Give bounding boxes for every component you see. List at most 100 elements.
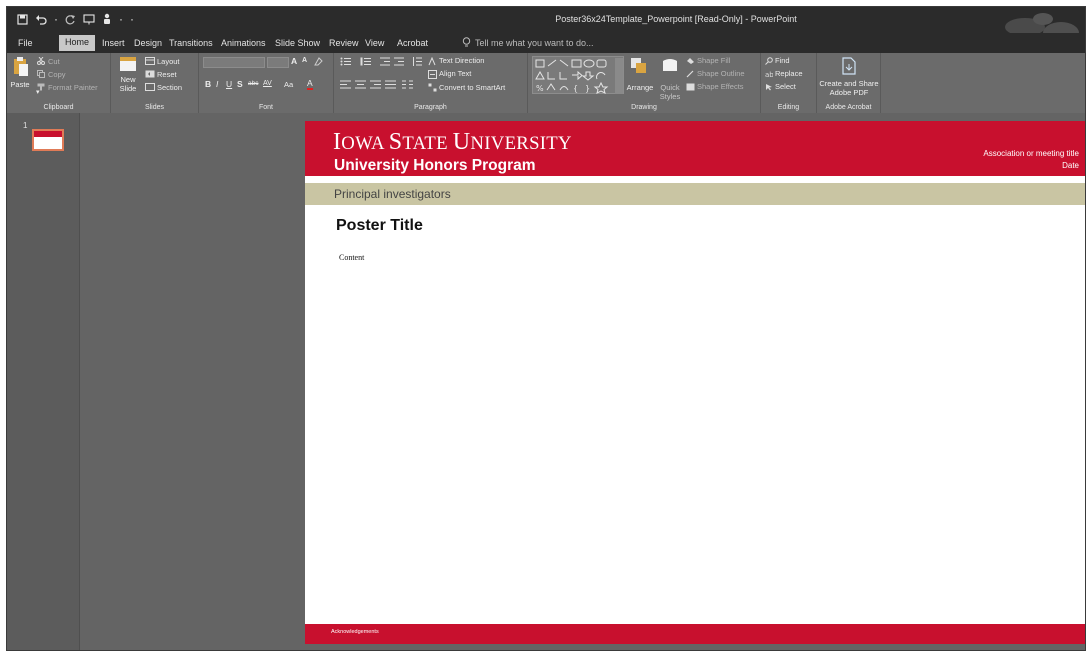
slide-thumbnail-pane: 1	[7, 113, 80, 650]
shadow-button[interactable]: S	[237, 79, 243, 89]
association-title[interactable]: Association or meeting title	[983, 149, 1079, 158]
quick-styles-icon	[663, 59, 677, 71]
tab-design[interactable]: Design	[129, 36, 167, 50]
content-placeholder[interactable]: Content	[339, 253, 364, 262]
cut-button[interactable]: Cut	[48, 57, 60, 66]
tab-file[interactable]: File	[13, 36, 38, 50]
paste-icon[interactable]	[13, 56, 29, 78]
workspace: 1 IOWA STATE UNIVERSITY University Honor…	[7, 113, 1085, 650]
bold-button[interactable]: B	[205, 79, 211, 89]
thumbnail-number: 1	[23, 121, 28, 130]
thumbnail-header	[34, 131, 62, 137]
font-color-button[interactable]: A	[307, 79, 313, 90]
find-icon	[765, 57, 773, 65]
slides-label: Slides	[144, 104, 165, 111]
tab-animations[interactable]: Animations	[216, 36, 271, 50]
format-painter-button[interactable]: Format Painter	[48, 83, 98, 92]
underline-button[interactable]: U	[226, 79, 232, 89]
select-button[interactable]: Select	[775, 82, 796, 91]
columns-icon[interactable]	[402, 80, 413, 89]
section-button[interactable]: Section	[157, 83, 182, 92]
strikethrough-button[interactable]: abc	[248, 80, 258, 87]
align-center-icon[interactable]	[355, 80, 366, 89]
svg-text:%: %	[536, 84, 544, 93]
text-direction-icon	[428, 57, 436, 66]
select-icon	[766, 84, 772, 91]
reset-button[interactable]: Reset	[157, 70, 177, 79]
tab-insert[interactable]: Insert	[97, 36, 130, 50]
character-spacing-button[interactable]: AV	[263, 80, 272, 87]
align-right-icon[interactable]	[370, 80, 381, 89]
font-group: A A B I U S abc AV Aa A Font	[199, 53, 334, 113]
create-share-label-2[interactable]: Adobe PDF	[817, 88, 881, 97]
font-size-box[interactable]	[267, 57, 289, 68]
slide-thumbnail[interactable]	[32, 129, 64, 151]
shape-effects-button[interactable]: Shape Effects	[697, 82, 744, 91]
create-share-label-1[interactable]: Create and Share	[817, 79, 881, 88]
clipboard-group: Paste ▾ Cut Copy Format Painter Clipboar…	[7, 53, 111, 113]
slides-group: New Slide Layout Reset Section Slides	[111, 53, 199, 113]
acknowledgements[interactable]: Acknowledgements	[331, 629, 379, 635]
replace-button[interactable]: Replace	[775, 69, 803, 78]
clear-formatting-icon[interactable]	[314, 57, 323, 66]
header-band: IOWA STATE UNIVERSITY University Honors …	[305, 121, 1085, 176]
paste-button[interactable]: Paste	[9, 80, 31, 89]
align-text-icon	[428, 70, 437, 79]
paragraph-group: Text Direction Align Text Convert to Sma…	[334, 53, 528, 113]
convert-smartart-button[interactable]: Convert to SmartArt	[439, 83, 505, 92]
numbering-icon[interactable]	[360, 57, 372, 66]
quick-styles-label-1[interactable]: Quick	[656, 83, 684, 92]
arrange-button[interactable]: Arrange	[624, 83, 656, 92]
format-painter-icon	[37, 83, 45, 91]
shape-effects-icon	[686, 83, 695, 91]
tab-slide-show[interactable]: Slide Show	[270, 36, 325, 50]
ribbon-tabs: File Home Insert Design Transitions Anim…	[7, 33, 1085, 53]
tab-view[interactable]: View	[360, 36, 389, 50]
tab-home[interactable]: Home	[59, 35, 96, 51]
font-name-box[interactable]	[203, 57, 265, 68]
copy-button[interactable]: Copy	[48, 70, 66, 79]
drawing-group: % { } Arrange Quick Styles Shape Fill Sh…	[528, 53, 761, 113]
shapes-gallery[interactable]: % { }	[532, 56, 624, 94]
font-label: Font	[258, 104, 273, 111]
poster-title[interactable]: Poster Title	[336, 217, 423, 235]
align-text-button[interactable]: Align Text	[439, 69, 471, 78]
find-button[interactable]: Find	[775, 56, 790, 65]
shape-outline-button[interactable]: Shape Outline	[697, 69, 745, 78]
acrobat-label: Adobe Acrobat	[825, 104, 872, 111]
date-text[interactable]: Date	[1062, 161, 1079, 170]
layout-button[interactable]: Layout	[157, 57, 180, 66]
editing-group: Find ab Replace Select Editing	[761, 53, 817, 113]
tab-transitions[interactable]: Transitions	[164, 36, 218, 50]
decrease-indent-icon[interactable]	[380, 57, 390, 66]
slide-canvas[interactable]: IOWA STATE UNIVERSITY University Honors …	[305, 121, 1085, 644]
svg-text:ab: ab	[765, 71, 773, 78]
new-slide-label-1[interactable]: New	[115, 75, 141, 84]
smartart-icon	[428, 83, 437, 92]
layout-icon	[145, 57, 155, 65]
change-case-button[interactable]: Aa	[284, 80, 293, 89]
align-left-icon[interactable]	[340, 80, 351, 89]
bullets-icon[interactable]	[340, 57, 352, 66]
new-slide-label-2[interactable]: Slide	[115, 84, 141, 93]
tell-me-box[interactable]: Tell me what you want to do...	[462, 37, 594, 48]
justify-icon[interactable]	[385, 80, 396, 89]
tell-me-text: Tell me what you want to do...	[475, 37, 594, 48]
grow-font-button[interactable]: A	[291, 56, 297, 66]
text-direction-button[interactable]: Text Direction	[439, 56, 484, 65]
replace-icon: ab	[765, 71, 773, 78]
line-spacing-icon[interactable]	[412, 57, 422, 66]
quick-styles-label-2[interactable]: Styles	[656, 92, 684, 101]
arrange-icon	[631, 58, 646, 73]
clipboard-label: Clipboard	[43, 104, 74, 111]
copy-icon	[37, 70, 45, 78]
principal-investigators[interactable]: Principal investigators	[334, 187, 451, 201]
tab-acrobat[interactable]: Acrobat	[392, 36, 433, 50]
shape-fill-button[interactable]: Shape Fill	[697, 56, 730, 65]
increase-indent-icon[interactable]	[394, 57, 404, 66]
university-name: IOWA STATE UNIVERSITY	[333, 129, 572, 155]
tab-review[interactable]: Review	[324, 36, 364, 50]
italic-button[interactable]: I	[216, 79, 218, 89]
shrink-font-button[interactable]: A	[302, 57, 307, 64]
new-slide-icon[interactable]	[119, 56, 137, 72]
